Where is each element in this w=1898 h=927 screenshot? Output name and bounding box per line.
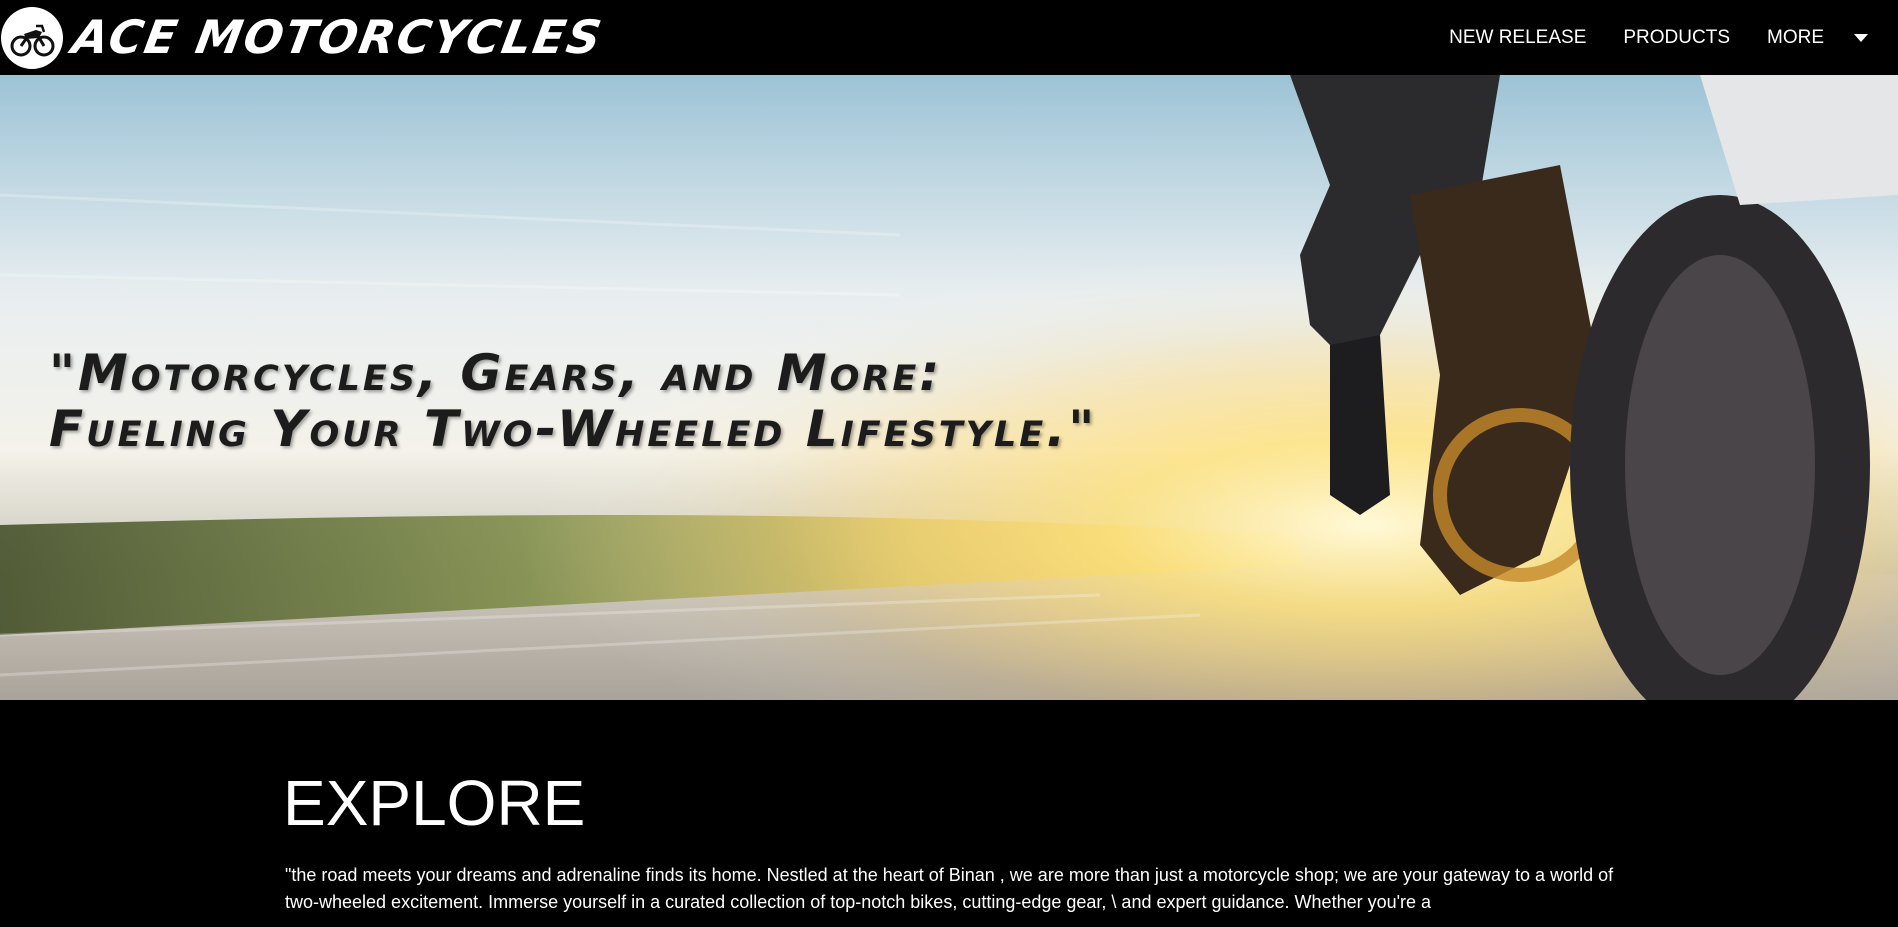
hero-tagline-line2: Fueling Your Two-Wheeled Lifestyle."	[49, 400, 1098, 458]
caret-down-icon[interactable]	[1854, 33, 1868, 42]
hero-banner: "Motorcycles, Gears, and More: Fueling Y…	[0, 75, 1898, 700]
brand[interactable]: ACE MOTORCYCLES	[0, 0, 607, 75]
explore-description: "the road meets your dreams and adrenali…	[285, 865, 1614, 912]
nav-more[interactable]: MORE	[1767, 27, 1868, 49]
explore-section: EXPLORE "the road meets your dreams and …	[0, 700, 1898, 927]
nav-products[interactable]: PRODUCTS	[1623, 27, 1730, 49]
nav-new-release[interactable]: NEW RELEASE	[1449, 27, 1586, 49]
brand-name[interactable]: ACE MOTORCYCLES	[66, 0, 608, 75]
nav-more-label: MORE	[1767, 26, 1824, 48]
main-nav: NEW RELEASE PRODUCTS MORE	[1412, 0, 1868, 75]
hero-tagline-line1: "Motorcycles, Gears, and More:	[49, 344, 943, 402]
top-navbar: ACE MOTORCYCLES NEW RELEASE PRODUCTS MOR…	[0, 0, 1898, 75]
hero-tagline: "Motorcycles, Gears, and More: Fueling Y…	[49, 345, 1097, 457]
explore-title: EXPLORE	[283, 767, 586, 839]
motorcycle-icon[interactable]	[1, 6, 63, 69]
